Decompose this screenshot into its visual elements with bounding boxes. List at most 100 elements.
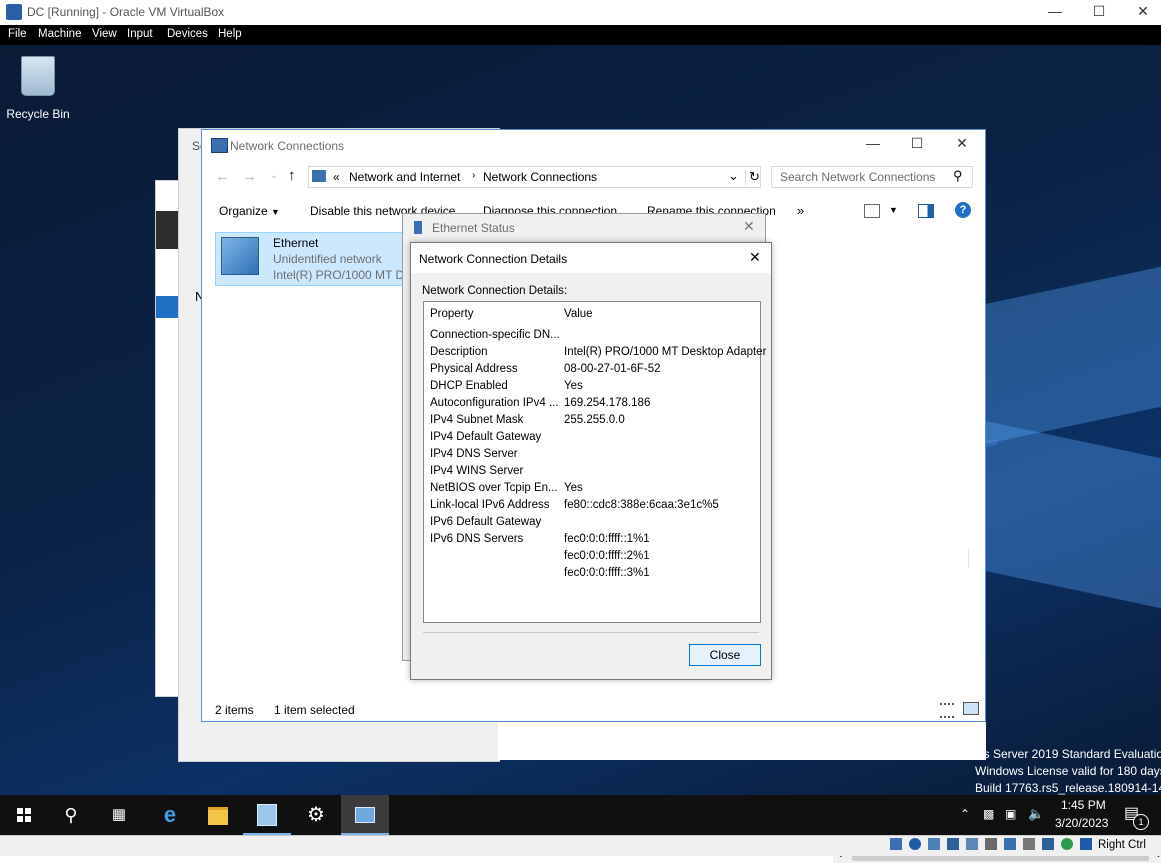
optical-drive-icon[interactable] bbox=[909, 838, 921, 850]
server-manager-icon[interactable] bbox=[243, 795, 291, 835]
network-status-icon[interactable]: ▣ bbox=[1005, 807, 1016, 821]
internet-explorer-icon[interactable]: e bbox=[146, 795, 194, 835]
usb-icon[interactable] bbox=[966, 838, 978, 850]
detail-property[interactable]: Autoconfiguration IPv4 ... bbox=[430, 397, 559, 409]
maximize-button[interactable]: ☐ bbox=[1076, 0, 1122, 24]
back-arrow-icon[interactable]: ← bbox=[215, 168, 230, 185]
folder-shape bbox=[208, 807, 228, 825]
vbox-app-icon bbox=[6, 4, 22, 20]
minimize-button[interactable]: — bbox=[1032, 0, 1078, 24]
organize-label: Organize bbox=[219, 204, 268, 218]
detail-property[interactable]: IPv4 DNS Server bbox=[430, 448, 518, 460]
help-icon[interactable]: ? bbox=[955, 202, 971, 218]
detail-property[interactable]: IPv6 DNS Servers bbox=[430, 533, 523, 545]
display-icon[interactable] bbox=[1004, 838, 1016, 850]
recycle-bin[interactable]: Recycle Bin bbox=[6, 53, 70, 123]
keyboard-capture-icon[interactable] bbox=[1080, 838, 1092, 850]
search-taskbar-icon[interactable]: ⚲ bbox=[47, 795, 95, 835]
detail-property[interactable]: IPv6 Default Gateway bbox=[430, 516, 541, 528]
adapter-status: Unidentified network bbox=[273, 252, 382, 266]
forward-arrow-icon[interactable]: → bbox=[242, 168, 257, 185]
detail-property[interactable]: IPv4 Subnet Mask bbox=[430, 414, 523, 426]
menu-devices[interactable]: Devices bbox=[167, 28, 208, 40]
detail-value: Intel(R) PRO/1000 MT Desktop Adapter bbox=[564, 346, 767, 358]
breadcrumb-network-and-internet[interactable]: Network and Internet bbox=[349, 170, 460, 184]
breadcrumb-network-connections[interactable]: Network Connections bbox=[483, 170, 597, 184]
menu-file[interactable]: File bbox=[8, 28, 27, 40]
detail-property[interactable]: IPv4 Default Gateway bbox=[430, 431, 541, 443]
detail-property[interactable]: Connection-specific DN... bbox=[430, 329, 560, 341]
menu-view[interactable]: View bbox=[92, 28, 117, 40]
address-bar[interactable]: « Network and Internet › Network Connect… bbox=[308, 166, 761, 188]
clock-date[interactable]: 3/20/2023 bbox=[1055, 816, 1108, 830]
close-button-label: Close bbox=[709, 648, 741, 662]
detail-property[interactable]: Description bbox=[430, 346, 488, 358]
watermark-line-1: ws Server 2019 Standard Evaluation bbox=[975, 747, 1161, 761]
ethernet-status-title: Ethernet Status bbox=[432, 221, 515, 235]
volume-muted-icon[interactable]: 🔈 bbox=[1028, 806, 1044, 822]
recent-locations-icon[interactable]: ⌄ bbox=[270, 170, 278, 181]
clock-time[interactable]: 1:45 PM bbox=[1061, 798, 1106, 812]
nc-minimize-button[interactable]: — bbox=[850, 132, 896, 156]
details-close-icon[interactable]: ✕ bbox=[749, 249, 761, 266]
background-nav-band bbox=[156, 296, 178, 318]
tiles-view-icon[interactable] bbox=[963, 702, 979, 715]
hdd-icon[interactable] bbox=[890, 838, 902, 850]
detail-property[interactable]: Physical Address bbox=[430, 363, 518, 375]
start-button[interactable] bbox=[0, 795, 48, 835]
file-explorer-icon[interactable] bbox=[194, 795, 242, 835]
network-adapter-status-icon[interactable] bbox=[947, 838, 959, 850]
address-dropdown-icon[interactable]: ⌄ bbox=[728, 168, 739, 184]
network-connections-taskbar-icon[interactable] bbox=[341, 795, 389, 835]
wallpaper-logo bbox=[985, 420, 1161, 610]
menu-machine[interactable]: Machine bbox=[38, 28, 81, 40]
detail-property[interactable]: IPv4 WINS Server bbox=[430, 465, 523, 477]
ethernet-adapter-item[interactable]: Ethernet Unidentified network Intel(R) P… bbox=[215, 232, 411, 286]
recycle-bin-label: Recycle Bin bbox=[6, 107, 70, 121]
up-arrow-icon[interactable]: ↑ bbox=[288, 167, 296, 184]
ethernet-status-close-icon[interactable]: ✕ bbox=[743, 218, 755, 235]
column-header-property[interactable]: Property bbox=[430, 308, 473, 320]
search-icon[interactable]: ⚲ bbox=[953, 168, 963, 184]
detail-property[interactable]: Link-local IPv6 Address bbox=[430, 499, 550, 511]
recording-icon[interactable] bbox=[1023, 838, 1035, 850]
refresh-icon[interactable]: ↻ bbox=[745, 169, 760, 185]
virtualization-icon[interactable] bbox=[1042, 838, 1054, 850]
status-selection: 1 item selected bbox=[274, 703, 355, 717]
details-group-label: Network Connection Details: bbox=[422, 285, 568, 297]
audio-icon[interactable] bbox=[928, 838, 940, 850]
preview-pane-icon[interactable] bbox=[918, 204, 934, 218]
menu-input[interactable]: Input bbox=[127, 28, 153, 40]
details-view-icon[interactable] bbox=[940, 703, 954, 718]
task-view-icon[interactable]: ▦ bbox=[95, 795, 143, 835]
vbox-title-bar: DC [Running] - Oracle VM VirtualBox — ☐ … bbox=[0, 0, 1161, 25]
nc-maximize-button[interactable]: ☐ bbox=[894, 132, 940, 156]
column-header-value[interactable]: Value bbox=[564, 308, 593, 320]
change-view-icon[interactable] bbox=[864, 204, 880, 218]
view-dropdown-icon[interactable]: ▼ bbox=[889, 205, 898, 215]
search-input[interactable]: Search Network Connections bbox=[780, 170, 935, 184]
show-hidden-icons[interactable]: ⌃ bbox=[960, 807, 970, 821]
nc-close-button[interactable]: ✕ bbox=[939, 132, 985, 156]
detail-property[interactable]: NetBIOS over Tcpip En... bbox=[430, 482, 558, 494]
details-close-button[interactable]: Close bbox=[689, 644, 761, 666]
organize-button[interactable]: Organize ▼ bbox=[219, 204, 280, 218]
search-box[interactable]: Search Network Connections ⚲ bbox=[771, 166, 973, 188]
breadcrumb-overflow[interactable]: « bbox=[333, 170, 340, 184]
close-button[interactable]: ✕ bbox=[1120, 0, 1161, 24]
detail-property[interactable]: DHCP Enabled bbox=[430, 380, 508, 392]
menu-help[interactable]: Help bbox=[218, 28, 242, 40]
mouse-integration-icon[interactable] bbox=[1061, 838, 1073, 850]
license-watermark: ws Server 2019 Standard Evaluation Windo… bbox=[975, 746, 1161, 795]
ethernet-status-icon bbox=[414, 221, 422, 234]
network-adapter-icon bbox=[221, 237, 259, 275]
settings-gear-icon[interactable]: ⚙ bbox=[292, 795, 340, 835]
tray-app-icon[interactable]: ▩ bbox=[983, 807, 994, 821]
column-separator bbox=[968, 548, 969, 568]
more-commands-button[interactable]: » bbox=[797, 203, 804, 218]
vbox-window-title: DC [Running] - Oracle VM VirtualBox bbox=[27, 5, 225, 19]
detail-value: fec0:0:0:ffff::3%1 bbox=[564, 567, 650, 579]
windows-logo-icon bbox=[17, 808, 31, 822]
shared-folders-icon[interactable] bbox=[985, 838, 997, 850]
recycle-bin-icon bbox=[21, 56, 55, 96]
